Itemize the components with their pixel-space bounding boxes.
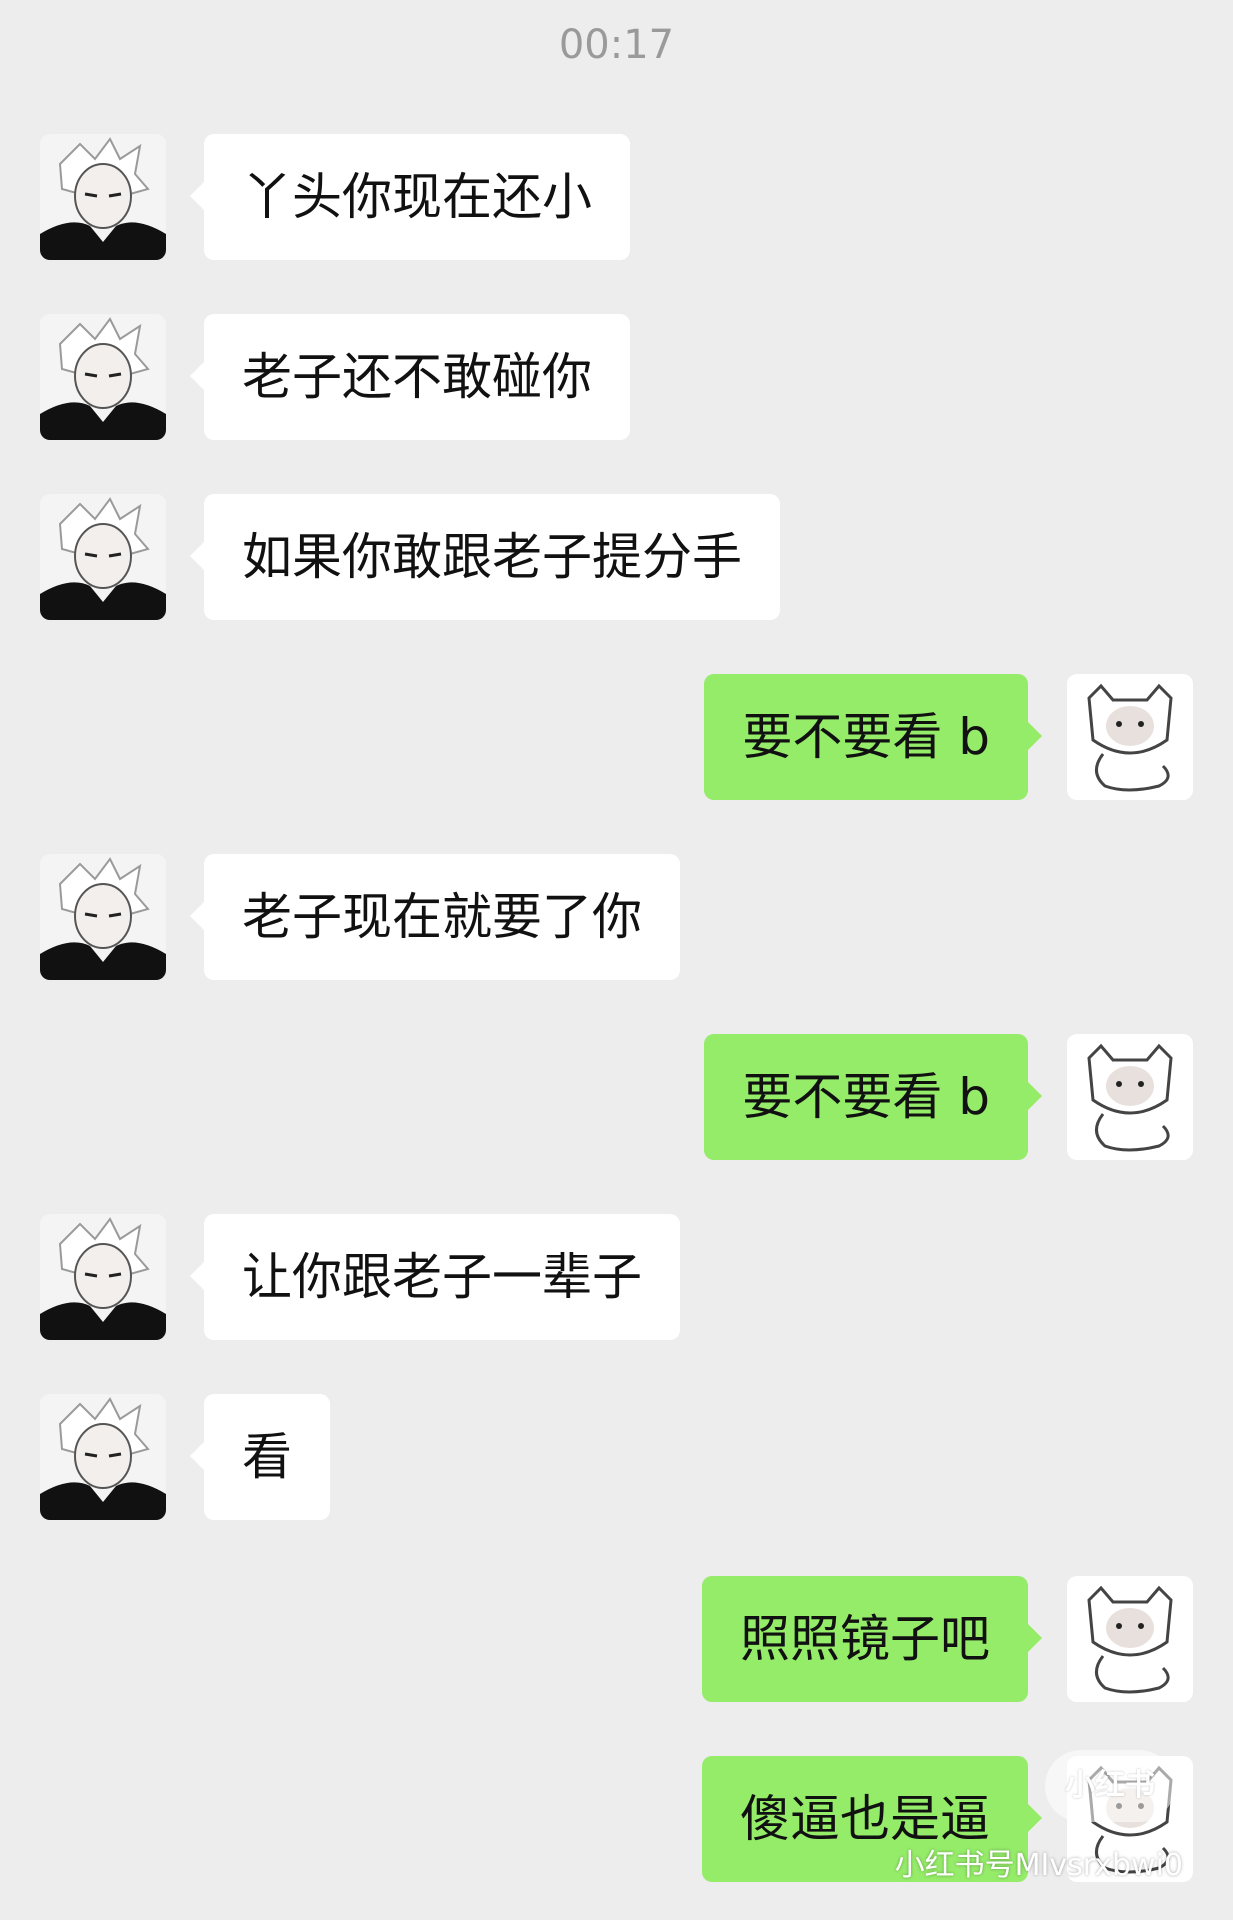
contact-avatar[interactable] [40,494,166,620]
message-text: 让你跟老子一辈子 [242,1248,642,1306]
message-row: 老子现在就要了你 [40,854,740,980]
message-bubble-incoming[interactable]: 丫头你现在还小 [190,134,630,260]
message-row: 让你跟老子一辈子 [40,1214,740,1340]
contact-avatar[interactable] [40,1214,166,1340]
watermark-logo: 小红书 [1045,1750,1175,1822]
message-row: 老子还不敢碰你 [40,314,640,440]
contact-avatar[interactable] [40,314,166,440]
message-bubble-incoming[interactable]: 让你跟老子一辈子 [190,1214,680,1340]
message-bubble-outgoing[interactable]: 要不要看 b [704,1034,1042,1160]
message-text: 要不要看 b [742,708,990,766]
user-avatar[interactable] [1067,1034,1193,1160]
contact-avatar[interactable] [40,134,166,260]
message-row: 如果你敢跟老子提分手 [40,494,840,620]
message-text: 要不要看 b [742,1068,990,1126]
message-row: 看 [40,1394,440,1520]
message-row: 照照镜子吧 [0,1576,1233,1702]
watermark-id: 小红书号MIvsrxbwi0 [894,1848,1183,1883]
message-row: 要不要看 b [0,1034,1233,1160]
message-row: 丫头你现在还小 [40,134,640,260]
contact-avatar[interactable] [40,854,166,980]
message-bubble-outgoing[interactable]: 照照镜子吧 [702,1576,1042,1702]
message-bubble-outgoing[interactable]: 要不要看 b [704,674,1042,800]
chat-timestamp: 00:17 [558,22,675,68]
message-text: 看 [242,1428,292,1486]
message-row: 要不要看 b [0,674,1233,800]
message-text: 老子还不敢碰你 [242,348,592,406]
message-bubble-incoming[interactable]: 如果你敢跟老子提分手 [190,494,780,620]
user-avatar[interactable] [1067,1576,1193,1702]
message-text: 如果你敢跟老子提分手 [242,528,742,586]
contact-avatar[interactable] [40,1394,166,1520]
message-text: 照照镜子吧 [740,1610,990,1668]
message-text: 丫头你现在还小 [242,168,592,226]
message-text: 老子现在就要了你 [242,888,642,946]
message-bubble-incoming[interactable]: 老子还不敢碰你 [190,314,630,440]
user-avatar[interactable] [1067,674,1193,800]
message-bubble-incoming[interactable]: 老子现在就要了你 [190,854,680,980]
message-bubble-incoming[interactable]: 看 [190,1394,330,1520]
